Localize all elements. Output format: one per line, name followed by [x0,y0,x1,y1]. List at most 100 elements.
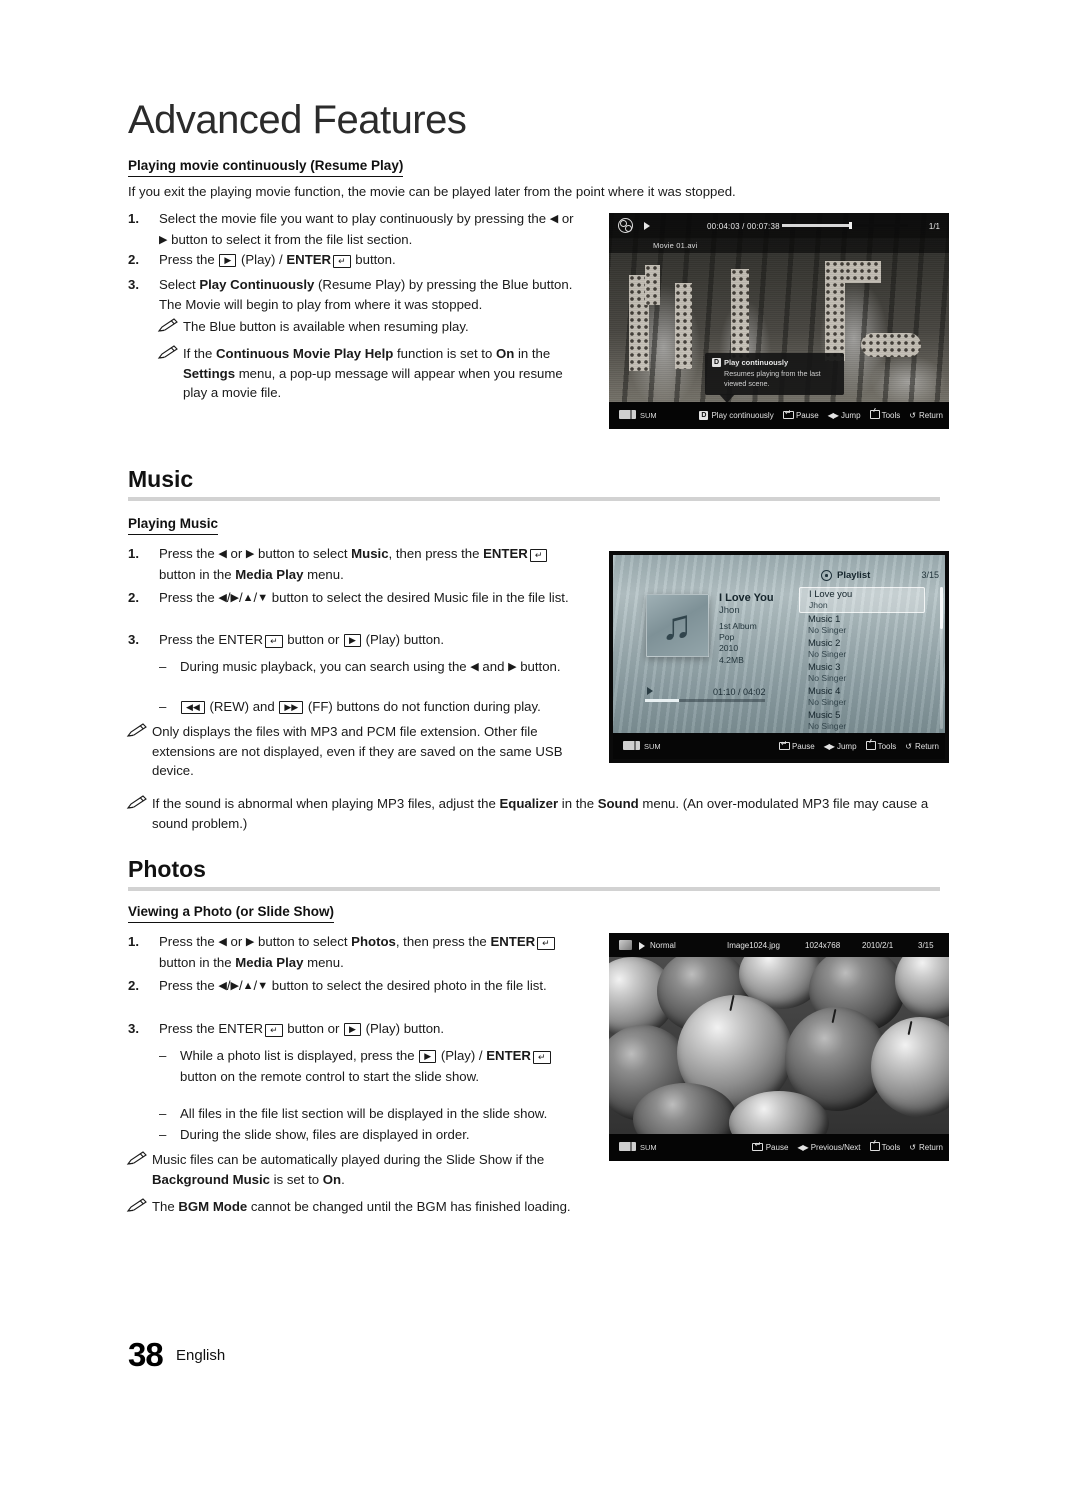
playlist-scrollbar[interactable] [940,587,943,729]
list-item: 2. Press the ▶ (Play) / ENTER ↵ button. [128,250,580,271]
pencil-icon [126,723,147,737]
resume-tooltip: D Play continuously Resumes playing from … [705,353,844,403]
photo-thumbnail-icon [619,940,632,950]
dash-marker: – [159,1106,167,1121]
photo-viewer-screenshot: Normal Image1024.jpg 1024x768 2010/2/1 3… [609,933,949,1161]
play-icon [644,222,650,230]
track-title: I Love You [719,592,774,604]
tooltip-title-text: Play continuously [724,358,789,367]
movie-button-hints: DPlay continuously Pause ◀▶Jump Tools ↺Ret… [699,408,943,420]
film-reel-icon [618,218,633,233]
hint-jump[interactable]: ◀▶ Jump [828,411,861,420]
movie-osd-bottom: SUM DPlay continuously Pause ◀▶Jump Tools… [609,402,949,429]
hint-tools[interactable]: Tools [869,410,900,420]
device-label: SUM [640,411,657,420]
list-item[interactable]: Music 3 No Singer [799,661,925,685]
list-number: 3. [128,1021,139,1036]
resume-heading: Playing movie continuously (Resume Play) [128,158,404,177]
playlist-item-title: Music 2 [808,637,841,648]
list-item[interactable]: Music 1 No Singer [799,613,925,637]
page-indicator: 1/1 [928,222,940,231]
list-number: 3. [128,277,139,292]
list-text: Press the ◀/▶/▲/▼ button to select the d… [159,978,547,993]
list-item[interactable]: I Love you Jhon [799,587,925,613]
play-icon [639,942,645,950]
album-art: ♫ [646,594,709,657]
track-album: 1st Album [719,621,757,631]
note-item: If the sound is abnormal when playing MP… [126,794,940,833]
hint-tools[interactable]: Tools [865,741,896,751]
tools-icon [869,1142,880,1151]
hint-tools[interactable]: Tools [869,1142,900,1152]
playlist-item-artist: No Singer [808,721,847,731]
photo-file-name: Image1024.jpg [727,941,780,950]
playlist-label: Playlist [837,570,871,581]
progress-bar[interactable] [645,699,765,702]
playlist-item-artist: No Singer [808,625,847,635]
playlist-item-title: Music 3 [808,661,841,672]
dash-item: – During the slide show, files are displ… [159,1125,599,1145]
hint-return[interactable]: ↺ Return [909,411,943,420]
photo-date: 2010/2/1 [862,941,894,950]
hint-jump[interactable]: ◀▶ Jump [824,742,857,751]
progress-bar[interactable] [782,222,908,229]
note-text: The BGM Mode cannot be changed until the… [152,1199,571,1214]
enter-icon [778,739,790,750]
resume-intro: If you exit the playing movie function, … [128,184,736,199]
list-text: Select Play Continuously (Resume Play) b… [159,277,573,312]
page-indicator: 3/15 [918,941,934,950]
dash-marker: – [159,1048,167,1063]
dash-item: – While a photo list is displayed, press… [159,1046,579,1086]
page-language: English [176,1347,226,1364]
note-item: Music files can be automatically played … [126,1150,580,1189]
left-right-icon: ◀▶ [823,742,835,751]
hint-pause[interactable]: Pause [782,408,819,420]
progress-knob[interactable] [848,222,852,229]
tooltip-title: D Play continuously [712,358,837,367]
hint-play-continuously[interactable]: D Play continuously [699,411,774,420]
note-item: If the Continuous Movie Play Help functi… [157,344,579,403]
scrollbar-thumb[interactable] [940,587,943,629]
note-text: Only displays the files with MP3 and PCM… [152,724,563,778]
dash-text: During the slide show, files are display… [180,1127,470,1142]
hint-return[interactable]: ↺ Return [905,742,939,751]
music-sub-heading: Playing Music [128,516,219,535]
list-text: Press the ◀/▶/▲/▼ button to select the d… [159,590,569,605]
playlist-item-artist: Jhon [809,600,828,610]
progress-fill [645,699,679,702]
hint-pause[interactable]: Pause [752,1140,788,1152]
dash-item: – All files in the file list section wil… [159,1104,599,1124]
list-text: Press the ▶ (Play) / ENTER ↵ button. [159,252,396,268]
hint-return[interactable]: ↺ Return [909,1143,943,1152]
photo-mode: Normal [650,941,676,950]
movie-osd-top: 00:04:03 / 00:07:38 1/1 [609,213,949,238]
hint-previous-next[interactable]: ◀▶ Previous/Next [797,1143,860,1152]
list-number: 1. [128,546,139,561]
page-number: 38 [128,1336,164,1373]
return-icon: ↺ [905,742,912,751]
track-artist: Jhon [719,605,740,616]
track-genre: Pop [719,632,735,643]
list-text: Select the movie file you want to play c… [159,211,574,247]
blue-button-badge: D [699,411,709,420]
list-text: Press the ◀ or ▶ button to select Music,… [159,544,580,584]
list-item[interactable]: Music 4 No Singer [799,685,925,709]
hint-pause[interactable]: Pause [778,739,815,751]
playlist-item-title: Music 1 [808,613,841,624]
section-rule [128,497,940,501]
playlist-count: 3/15 [921,570,939,580]
list-item: 3. Press the ENTER ↵ button or ▶ (Play) b… [128,1019,580,1040]
return-icon: ↺ [909,411,916,420]
playback-time: 01:10 / 04:02 [713,687,766,697]
photos-sub-heading: Viewing a Photo (or Slide Show) [128,904,335,923]
enter-icon [752,1140,764,1151]
list-text: Press the ◀ or ▶ button to select Photos… [159,932,580,972]
list-text: Press the ENTER ↵ button or ▶ (Play) butt… [159,632,445,648]
list-item[interactable]: Music 2 No Singer [799,637,925,661]
playlist[interactable]: I Love you Jhon Music 1 No Singer Music … [799,587,925,733]
usb-device-indicator: SUM [619,410,657,420]
photo-osd-top: Normal Image1024.jpg 1024x768 2010/2/1 3… [609,933,949,957]
list-item: 2. Press the ◀/▶/▲/▼ button to select th… [128,976,580,997]
list-item: 3. Select Play Continuously (Resume Play… [128,275,580,314]
list-item[interactable]: Music 5 No Singer [799,709,925,733]
